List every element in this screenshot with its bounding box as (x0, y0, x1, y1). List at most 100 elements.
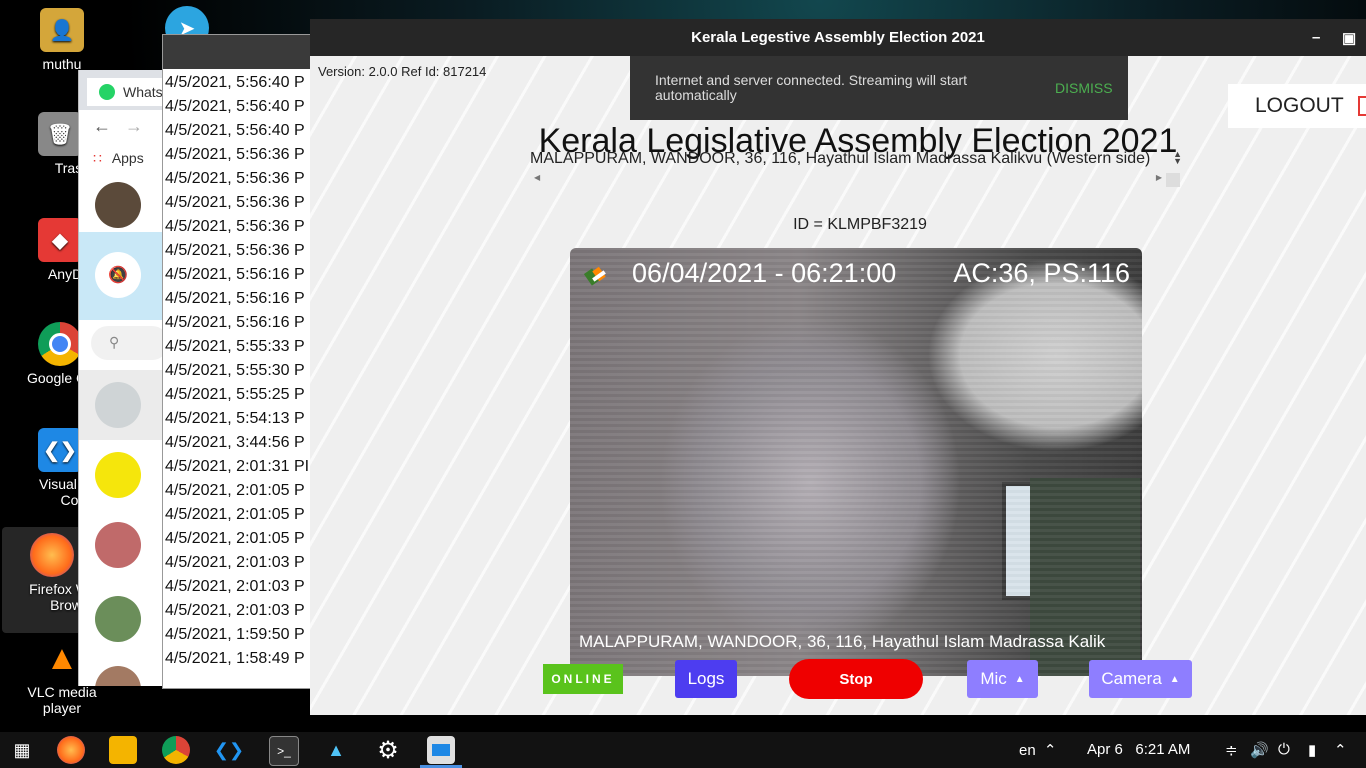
chevron-up-icon: ⌃ (1043, 742, 1057, 759)
camera-button[interactable]: Camera ▲ (1089, 660, 1192, 698)
scroll-corner (1166, 173, 1180, 187)
mic-label: Mic (980, 669, 1007, 688)
apps-menu-icon[interactable]: ▦ (8, 736, 36, 764)
scroll-right-icon[interactable]: ▶ (1156, 173, 1162, 182)
election-app-icon[interactable] (427, 736, 455, 764)
group-avatar (95, 382, 141, 428)
desktop-icon-label: muthu (42, 56, 82, 72)
apps-label: Apps (111, 150, 144, 166)
trash-icon: 🗑 (38, 112, 82, 156)
stop-button[interactable]: Stop (789, 659, 923, 699)
log-entry: 4/5/2021, 1:58:49 P (165, 650, 305, 667)
logout-button[interactable]: LOGOUT (1228, 84, 1366, 128)
polling-station-value: MALAPPURAM, WANDOOR, 36, 116, Hayathul I… (530, 150, 1151, 167)
log-entry: 4/5/2021, 5:55:33 P (165, 338, 305, 355)
battery-icon[interactable]: ▮ (1308, 741, 1316, 759)
chat-avatar[interactable] (95, 596, 141, 642)
log-entry: 4/5/2021, 2:01:05 P (165, 506, 305, 523)
chrome-tab-whatsapp[interactable]: Whats (87, 78, 169, 106)
log-entry: 4/5/2021, 5:56:36 P (165, 170, 305, 187)
wifi-icon[interactable]: ≑ (1225, 741, 1238, 759)
caret-up-icon: ▲ (1169, 673, 1180, 685)
camera-id: ID = KLMPBF3219 (793, 216, 927, 233)
chat-search-input[interactable]: ⚲ (91, 326, 169, 360)
logs-button[interactable]: Logs (675, 660, 737, 698)
chrome-tab-title: Whats (123, 84, 163, 100)
log-entry: 4/5/2021, 5:56:16 P (165, 314, 305, 331)
tray-chevron-icon[interactable]: ⌃ (1334, 741, 1347, 759)
apps-grid-icon: ∷ (93, 150, 102, 166)
image-viewer-icon[interactable]: ▲ (322, 736, 350, 764)
log-window-titlebar[interactable] (163, 35, 323, 69)
taskbar: ▦ ❮❯ >_ ▲ ⚙ en ⌃ Apr 6 6:21 AM ≑ 🔊 ⏻ ▮ ⌃ (0, 732, 1366, 768)
log-entry: 4/5/2021, 5:56:16 P (165, 266, 305, 283)
video-ac-ps: AC:36, PS:116 (953, 258, 1130, 288)
camera-label: Camera (1101, 669, 1162, 688)
apps-bookmark[interactable]: ∷ Apps (93, 150, 144, 167)
chat-row-selected[interactable] (79, 370, 169, 440)
chat-avatar[interactable] (95, 182, 141, 228)
minimize-icon[interactable]: – (1312, 29, 1320, 46)
language-label: en (1019, 742, 1036, 759)
log-entry: 4/5/2021, 3:44:56 P (165, 434, 305, 451)
maximize-icon[interactable]: ▣ (1342, 29, 1356, 47)
select-arrows-icon: ▲ ▼ (1173, 149, 1182, 166)
volume-icon[interactable]: 🔊 (1250, 741, 1269, 759)
log-entry: 4/5/2021, 2:01:31 PI (165, 458, 310, 475)
polling-station-select[interactable]: MALAPPURAM, WANDOOR, 36, 116, Hayathul I… (528, 148, 1184, 188)
muted-chat-row[interactable]: 🔕 (79, 232, 169, 320)
home-folder-icon: 👤 (40, 8, 84, 52)
online-status-badge: ONLINE (543, 664, 623, 694)
logout-label: LOGOUT (1255, 94, 1344, 117)
chat-avatar[interactable] (95, 666, 141, 686)
log-entry: 4/5/2021, 5:56:40 P (165, 74, 305, 91)
firefox-icon[interactable] (57, 736, 85, 764)
scroll-left-icon[interactable]: ◀ (534, 173, 540, 182)
log-entry: 4/5/2021, 2:01:03 P (165, 602, 305, 619)
bell-off-icon: 🔕 (95, 252, 141, 298)
video-scanlines (570, 248, 1142, 676)
live-video-stream[interactable]: 06/04/2021 - 06:21:00 AC:36, PS:116 MALA… (570, 248, 1142, 676)
clock[interactable]: Apr 6 6:21 AM (1087, 741, 1190, 758)
log-entry: 4/5/2021, 2:01:03 P (165, 578, 305, 595)
chat-avatar[interactable] (95, 522, 141, 568)
log-entry: 4/5/2021, 5:55:25 P (165, 386, 305, 403)
chrome-icon[interactable] (162, 736, 190, 764)
log-entry: 4/5/2021, 5:56:36 P (165, 242, 305, 259)
settings-icon[interactable]: ⚙ (374, 736, 402, 764)
log-entry: 4/5/2021, 5:56:36 P (165, 218, 305, 235)
chrome-icon (38, 322, 82, 366)
chat-avatar[interactable] (95, 452, 141, 498)
log-entry: 4/5/2021, 2:01:05 P (165, 530, 305, 547)
app-titlebar[interactable]: Kerala Legestive Assembly Election 2021 … (310, 19, 1366, 56)
log-entry: 4/5/2021, 5:56:36 P (165, 146, 305, 163)
video-caption: MALAPPURAM, WANDOOR, 36, 116, Hayathul I… (579, 632, 1106, 651)
mic-button[interactable]: Mic ▲ (967, 660, 1038, 698)
chrome-forward-icon[interactable]: → (125, 116, 143, 137)
log-entry: 4/5/2021, 5:56:36 P (165, 194, 305, 211)
keyboard-language[interactable]: en ⌃ (1019, 741, 1056, 759)
election-logo-icon (584, 266, 606, 286)
logout-icon (1357, 96, 1366, 116)
desktop-icon-home[interactable]: 👤 muthu (12, 8, 112, 72)
power-icon[interactable]: ⏻ (1278, 741, 1290, 758)
log-entry: 4/5/2021, 1:59:50 P (165, 626, 305, 643)
vscode-icon[interactable]: ❮❯ (214, 736, 244, 764)
dismiss-button[interactable]: DISMISS (1055, 80, 1113, 96)
election-app-window: Kerala Legestive Assembly Election 2021 … (310, 19, 1366, 715)
log-entry: 4/5/2021, 2:01:03 P (165, 554, 305, 571)
chrome-back-icon[interactable]: ← (93, 116, 111, 137)
connection-toast: Internet and server connected. Streaming… (630, 56, 1128, 120)
terminal-icon[interactable]: >_ (269, 736, 299, 766)
version-text: Version: 2.0.0 Ref Id: 817214 (318, 64, 487, 79)
files-icon[interactable] (109, 736, 137, 764)
desktop-icon-label: VLC media player (27, 684, 97, 716)
horizontal-scrollbar[interactable]: ◀ ▶ (534, 173, 1162, 183)
log-entry: 4/5/2021, 5:56:16 P (165, 290, 305, 307)
caret-up-icon: ▲ (1014, 673, 1025, 685)
log-list[interactable]: 4/5/2021, 5:56:40 P 4/5/2021, 5:56:40 P 4/… (163, 69, 323, 671)
log-window: 4/5/2021, 5:56:40 P 4/5/2021, 5:56:40 P 4/… (162, 34, 324, 689)
chrome-window: Whats ← → ∷ Apps 🔕 ⚲ (78, 70, 169, 686)
log-entry: 4/5/2021, 5:56:40 P (165, 122, 305, 139)
log-entry: 4/5/2021, 5:55:30 P (165, 362, 305, 379)
